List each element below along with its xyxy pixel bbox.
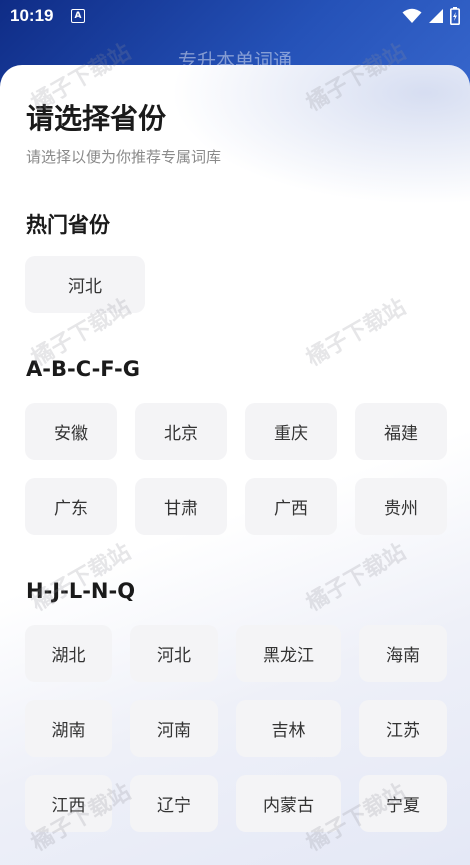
province-chip[interactable]: 海南 [359, 625, 447, 682]
province-chip[interactable]: 河北 [130, 625, 218, 682]
province-chip[interactable]: 辽宁 [130, 775, 218, 832]
sheet-title: 请选择省份 [26, 102, 167, 135]
province-chip[interactable]: 广东 [25, 478, 117, 535]
province-chip[interactable]: 湖南 [25, 700, 112, 757]
section-group-h-q: H-J-L-N-Q [26, 579, 136, 603]
signal-icon [429, 9, 443, 23]
province-chip[interactable]: 宁夏 [359, 775, 447, 832]
province-chip[interactable]: 北京 [135, 403, 227, 460]
province-chip-hot[interactable]: 河北 [25, 256, 145, 313]
province-chip[interactable]: 福建 [355, 403, 447, 460]
province-chip[interactable]: 安徽 [25, 403, 117, 460]
province-chip[interactable]: 吉林 [236, 700, 341, 757]
province-chip[interactable]: 江苏 [359, 700, 447, 757]
province-chip[interactable]: 重庆 [245, 403, 337, 460]
province-chip[interactable]: 内蒙古 [236, 775, 341, 832]
province-chip[interactable]: 黑龙江 [236, 625, 341, 682]
province-chip[interactable]: 河南 [130, 700, 218, 757]
wifi-icon [402, 8, 422, 23]
sheet-subtitle: 请选择以便为你推荐专属词库 [26, 148, 222, 166]
province-chip[interactable]: 贵州 [355, 478, 447, 535]
status-icons [402, 7, 460, 25]
battery-icon [450, 7, 460, 25]
province-chip[interactable]: 广西 [245, 478, 337, 535]
section-hot-provinces: 热门省份 [26, 213, 110, 237]
province-sheet: 请选择省份 请选择以便为你推荐专属词库 热门省份 河北 A-B-C-F-G 安徽… [0, 65, 470, 865]
province-chip[interactable]: 甘肃 [135, 478, 227, 535]
status-bar: 10:19 A [0, 0, 470, 32]
status-time: 10:19 [10, 6, 54, 25]
province-chip[interactable]: 湖北 [25, 625, 112, 682]
sheet-decoration [170, 65, 470, 205]
notification-icon: A [71, 9, 85, 23]
province-chip[interactable]: 江西 [25, 775, 112, 832]
section-group-a-g: A-B-C-F-G [26, 357, 140, 381]
